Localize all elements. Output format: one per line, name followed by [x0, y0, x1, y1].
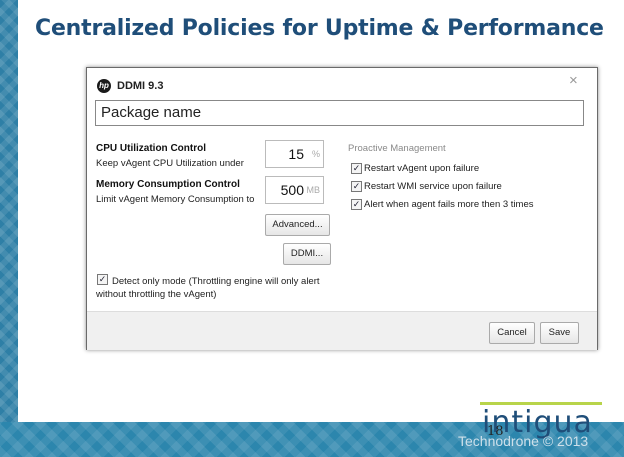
package-name-input[interactable]: Package name: [95, 100, 584, 126]
detect-only-label: Detect only mode (Throttling engine will…: [96, 276, 320, 300]
hp-logo-icon: hp: [97, 79, 111, 93]
checkmark-icon: ✓: [352, 163, 361, 173]
cpu-value-field[interactable]: 15 %: [265, 140, 324, 168]
ddmi-button[interactable]: DDMI...: [283, 243, 331, 265]
cancel-button[interactable]: Cancel: [489, 322, 535, 344]
cpu-heading: CPU Utilization Control: [96, 143, 206, 154]
memory-value-field[interactable]: 500 MB: [265, 176, 324, 204]
save-button[interactable]: Save: [540, 322, 579, 344]
restart-vagent-label: Restart vAgent upon failure: [364, 163, 480, 174]
restart-wmi-checkbox[interactable]: ✓: [351, 181, 362, 192]
ddmi-dialog: hp DDMI 9.3 × Package name CPU Utilizati…: [86, 67, 598, 350]
memory-value: 500: [280, 182, 304, 198]
checkmark-icon: ✓: [352, 181, 361, 191]
proactive-heading: Proactive Management: [348, 143, 446, 154]
dialog-title: DDMI 9.3: [117, 80, 164, 92]
copyright-watermark: Technodrone © 2013: [458, 433, 589, 449]
cpu-description: Keep vAgent CPU Utilization under: [96, 158, 244, 169]
alert-fails-label: Alert when agent fails more then 3 times: [364, 199, 534, 210]
memory-heading: Memory Consumption Control: [96, 179, 240, 190]
memory-description: Limit vAgent Memory Consumption to: [96, 194, 255, 205]
slide-title: Centralized Policies for Uptime & Perfor…: [35, 16, 604, 41]
dialog-footer: Cancel Save: [87, 311, 597, 350]
advanced-button[interactable]: Advanced...: [265, 214, 330, 236]
restart-wmi-label: Restart WMI service upon failure: [364, 181, 502, 192]
restart-vagent-checkbox[interactable]: ✓: [351, 163, 362, 174]
alert-fails-checkbox[interactable]: ✓: [351, 199, 362, 210]
checkmark-icon: ✓: [352, 199, 361, 209]
cpu-unit: %: [311, 149, 320, 159]
memory-unit: MB: [306, 185, 321, 195]
close-icon[interactable]: ×: [569, 72, 578, 89]
left-decorative-strip: [0, 0, 18, 457]
cpu-value: 15: [288, 146, 304, 162]
